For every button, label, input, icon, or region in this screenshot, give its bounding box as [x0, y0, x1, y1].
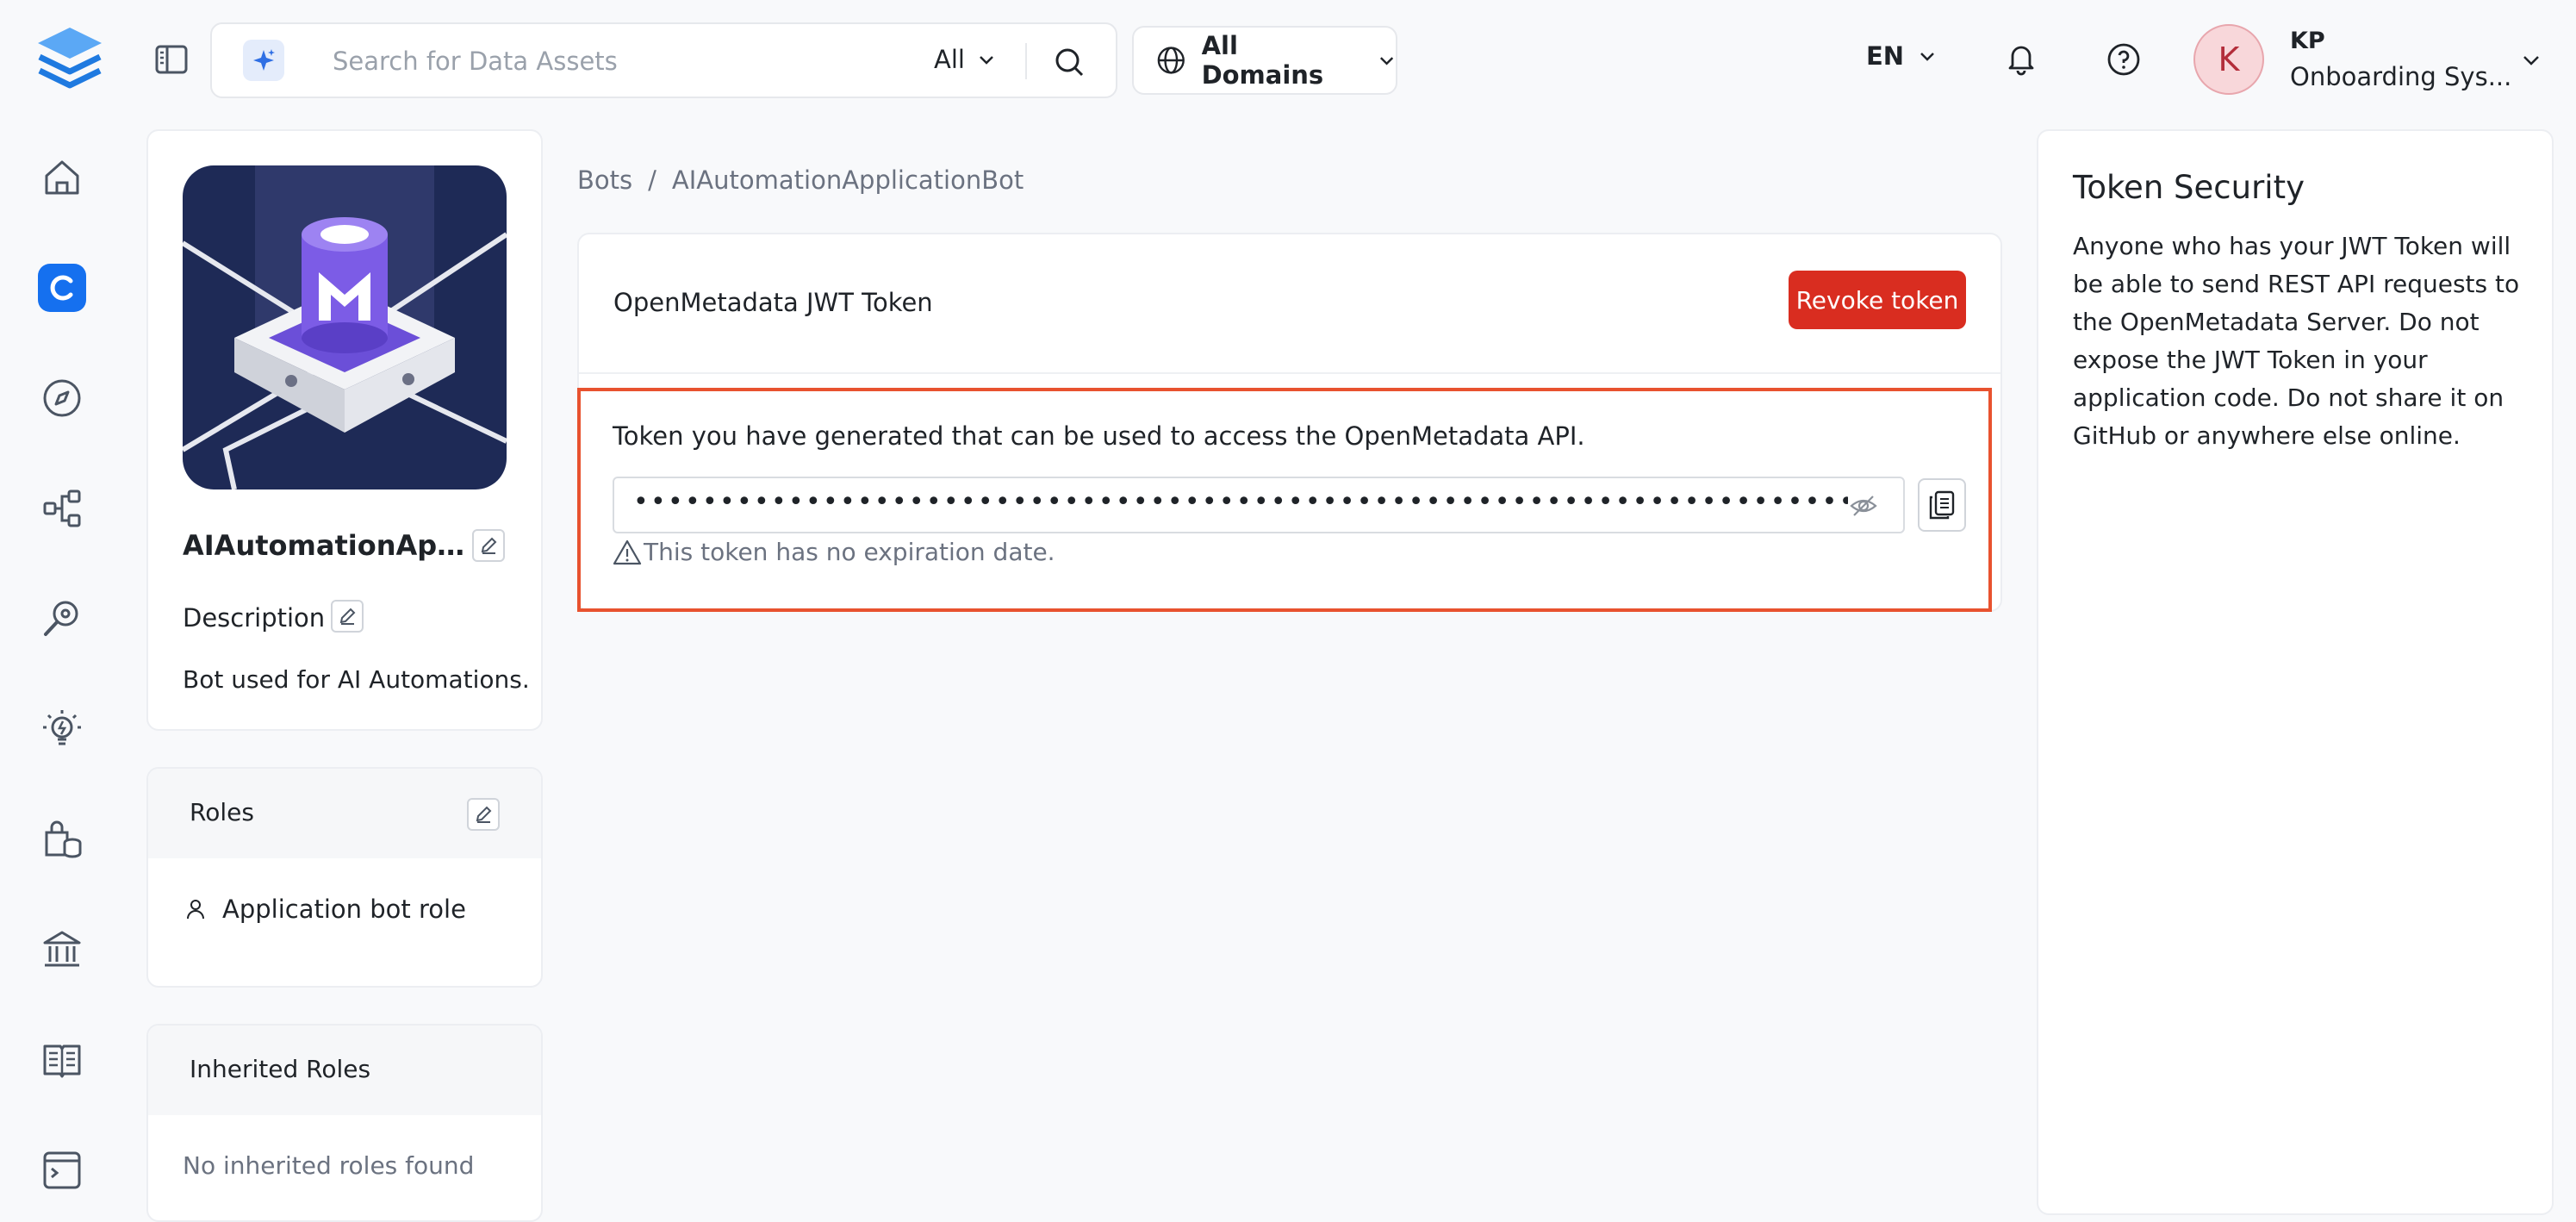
- warning-icon: [613, 539, 642, 564]
- help-icon[interactable]: [2106, 41, 2142, 78]
- description-text: Bot used for AI Automations.: [183, 665, 530, 694]
- token-description: Token you have generated that can be use…: [613, 421, 1585, 451]
- token-expiry-text: This token has no expiration date.: [644, 538, 1055, 566]
- security-text: Anyone who has your JWT Token will be ab…: [2073, 232, 2520, 450]
- avatar[interactable]: K: [2193, 24, 2264, 95]
- description-label: Description: [183, 603, 326, 633]
- observability-icon[interactable]: [38, 595, 86, 643]
- token-masked-value: ••••••••••••••••••••••••••••••••••••••••…: [633, 487, 1848, 517]
- copy-token-button[interactable]: [1918, 478, 1966, 532]
- openmetadata-logo-icon[interactable]: [33, 22, 107, 97]
- token-security-panel: Token Security Anyone who has your JWT T…: [2037, 129, 2554, 1215]
- search-icon[interactable]: [1052, 45, 1086, 79]
- explore-icon[interactable]: [38, 264, 86, 312]
- compass-icon[interactable]: [38, 374, 86, 422]
- user-role: Onboarding Sys...: [2290, 62, 2512, 91]
- eye-invisible-icon[interactable]: [1848, 490, 1879, 521]
- breadcrumb-bots-link[interactable]: Bots: [577, 165, 632, 195]
- search-scope-label: All: [934, 45, 965, 74]
- search-input[interactable]: Search for Data Assets: [333, 47, 618, 76]
- roles-card: Roles Application bot role: [146, 767, 543, 988]
- user-icon: [187, 900, 204, 920]
- lineage-icon[interactable]: [38, 484, 86, 533]
- language-label: EN: [1866, 41, 1905, 71]
- bot-name: AIAutomationAppl...: [183, 529, 467, 562]
- bell-icon[interactable]: [2002, 40, 2040, 78]
- language-dropdown[interactable]: EN: [1866, 41, 1937, 71]
- home-icon[interactable]: [38, 153, 86, 202]
- inherited-roles-empty: No inherited roles found: [183, 1151, 475, 1180]
- edit-roles-button[interactable]: [467, 798, 500, 831]
- chevron-down-icon[interactable]: [2519, 48, 2543, 72]
- token-title: OpenMetadata JWT Token: [613, 288, 933, 317]
- terminal-icon[interactable]: [38, 1146, 86, 1194]
- roles-title: Roles: [190, 798, 254, 826]
- divider: [579, 372, 2000, 374]
- breadcrumb-separator: /: [648, 165, 656, 195]
- chevron-down-icon: [1379, 57, 1394, 65]
- copy-icon: [1929, 490, 1955, 520]
- insights-icon[interactable]: [38, 705, 86, 753]
- chevron-down-icon: [980, 56, 993, 65]
- sidebar-toggle-icon[interactable]: [153, 41, 190, 78]
- edit-name-button[interactable]: [472, 529, 505, 562]
- data-products-icon[interactable]: [38, 815, 86, 864]
- domains-label: All Domains: [1201, 31, 1324, 90]
- token-input[interactable]: ••••••••••••••••••••••••••••••••••••••••…: [613, 477, 1905, 533]
- revoke-token-button[interactable]: Revoke token: [1789, 271, 1966, 329]
- role-item[interactable]: Application bot role: [186, 895, 466, 924]
- search-bar: Search for Data Assets All: [210, 22, 1117, 98]
- domains-dropdown[interactable]: All Domains: [1132, 26, 1397, 95]
- edit-icon: [476, 806, 492, 823]
- glossary-icon[interactable]: [38, 1036, 86, 1084]
- inherited-roles-card: Inherited Roles No inherited roles found: [146, 1024, 543, 1222]
- edit-icon: [481, 537, 497, 554]
- chevron-down-icon: [1920, 53, 1934, 61]
- edit-description-button[interactable]: [331, 600, 364, 633]
- top-bar: Search for Data Assets All All Domains E…: [0, 0, 2576, 121]
- security-title: Token Security: [2073, 169, 2305, 206]
- governance-icon[interactable]: [38, 926, 86, 974]
- inherited-roles-title: Inherited Roles: [190, 1055, 371, 1083]
- user-name: KP: [2290, 28, 2325, 54]
- divider: [1025, 43, 1027, 79]
- token-expiry: This token has no expiration date.: [613, 538, 1055, 566]
- edit-icon: [339, 608, 356, 625]
- role-item-label: Application bot role: [222, 895, 466, 924]
- breadcrumb: Bots / AIAutomationApplicationBot: [577, 165, 1024, 195]
- sparkle-icon: [253, 49, 275, 71]
- bot-profile-card: AIAutomationAppl... Description Bot used…: [146, 129, 543, 731]
- breadcrumb-current: AIAutomationApplicationBot: [671, 165, 1024, 195]
- globe-icon: [1157, 47, 1185, 74]
- bot-image: [183, 165, 507, 489]
- ai-sparkle-button[interactable]: [243, 40, 284, 81]
- search-scope-dropdown[interactable]: All: [934, 45, 996, 74]
